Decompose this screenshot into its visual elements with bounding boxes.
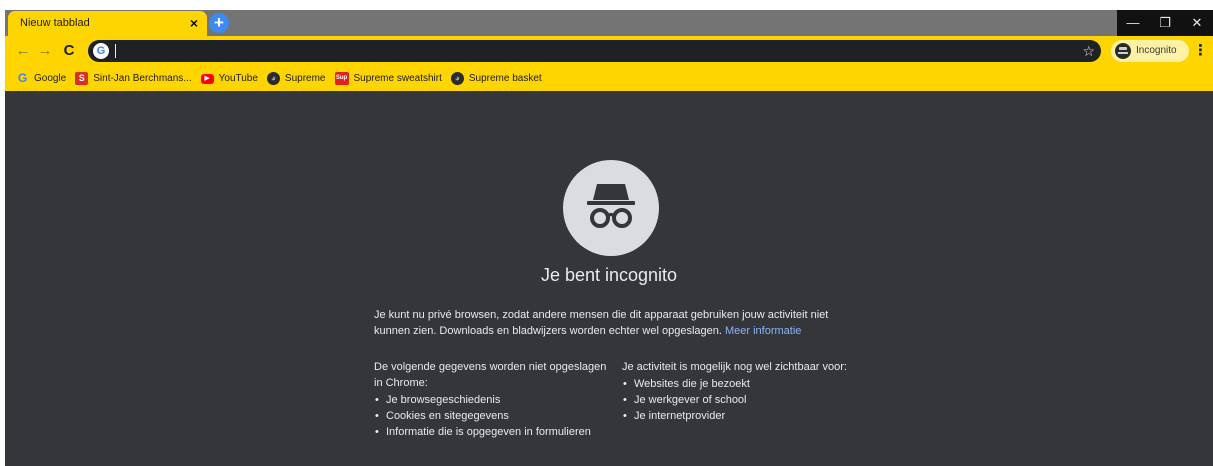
new-tab-button[interactable]: +	[209, 13, 229, 33]
list-item: Je werkgever of school	[622, 392, 862, 408]
window-controls: — ❐ ✕	[1117, 10, 1213, 36]
sint-jan-icon: S	[75, 72, 89, 85]
bookmark-label: Google	[34, 73, 67, 84]
bookmark-sint-jan[interactable]: S Sint-Jan Berchmans...	[72, 69, 197, 89]
list-item: Cookies en sitegegevens	[374, 408, 614, 424]
browser-window: Nieuw tabblad × + — ❐ ✕ ← → C G ☆ Incogn…	[5, 10, 1213, 466]
not-saved-title: De volgende gegevens worden niet opgesla…	[374, 361, 607, 389]
bookmark-label: Sint-Jan Berchmans...	[93, 73, 192, 84]
toolbar: ← → C G ☆ Incognito ⋮	[5, 36, 1213, 66]
profile-label: Incognito	[1136, 45, 1177, 56]
back-arrow-icon[interactable]: ←	[13, 41, 33, 61]
bookmark-label: Supreme	[284, 73, 326, 84]
visible-to-title: Je activiteit is mogelijk nog wel zichtb…	[622, 361, 847, 373]
forward-arrow-icon[interactable]: →	[35, 41, 55, 61]
incognito-icon	[1115, 43, 1131, 59]
globe-icon: ◕	[450, 72, 464, 85]
incognito-icon	[563, 160, 659, 256]
close-window-icon[interactable]: ✕	[1181, 10, 1213, 36]
bookmark-label: Supreme basket	[468, 73, 542, 84]
tab-close-icon[interactable]: ×	[186, 14, 202, 32]
supreme-icon: Sup	[334, 72, 349, 85]
visible-to-section: Je activiteit is mogelijk nog wel zichtb…	[622, 359, 862, 424]
list-item: Informatie die is opgegeven in formulier…	[374, 424, 614, 440]
bookmarks-bar: G Google S Sint-Jan Berchmans... ▶ YouTu…	[5, 66, 1213, 91]
learn-more-link[interactable]: Meer informatie	[725, 325, 801, 337]
tab-new-tab[interactable]: Nieuw tabblad ×	[8, 11, 207, 36]
list-item: Je internetprovider	[622, 408, 862, 424]
google-icon: G	[93, 43, 109, 59]
page-title: Je bent incognito	[540, 265, 678, 285]
intro-paragraph: Je kunt nu privé browsen, zodat andere m…	[374, 307, 844, 339]
google-icon: G	[17, 71, 28, 85]
kebab-menu-icon[interactable]: ⋮	[1193, 40, 1208, 62]
address-input[interactable]	[118, 42, 1058, 60]
bookmark-star-icon[interactable]: ☆	[1082, 42, 1095, 60]
youtube-icon: ▶	[200, 73, 214, 84]
restore-icon[interactable]: ❐	[1149, 10, 1181, 36]
bookmark-supreme-basket[interactable]: ◕ Supreme basket	[448, 69, 548, 89]
list-item: Je browsegeschiedenis	[374, 392, 614, 408]
bookmark-supreme-sweatshirt[interactable]: Sup Supreme sweatshirt	[332, 69, 448, 89]
bookmark-youtube[interactable]: ▶ YouTube	[198, 69, 264, 89]
bookmark-supreme[interactable]: ◕ Supreme	[264, 69, 332, 89]
list-item: Websites die je bezoekt	[622, 376, 862, 392]
bookmark-label: Supreme sweatshirt	[353, 73, 442, 84]
address-bar[interactable]: G ☆	[88, 40, 1101, 62]
text-caret	[115, 44, 116, 58]
minimize-icon[interactable]: —	[1117, 10, 1149, 36]
incognito-page: Je bent incognito Je kunt nu privé brows…	[5, 91, 1213, 466]
bookmark-label: YouTube	[218, 73, 258, 84]
tab-strip: Nieuw tabblad × + — ❐ ✕	[5, 10, 1213, 36]
reload-icon[interactable]: C	[59, 41, 79, 61]
profile-incognito-button[interactable]: Incognito	[1111, 40, 1189, 62]
globe-icon: ◕	[266, 72, 280, 85]
not-saved-section: De volgende gegevens worden niet opgesla…	[374, 359, 614, 440]
bookmark-google[interactable]: G Google	[13, 69, 72, 89]
tab-title: Nieuw tabblad	[20, 17, 90, 29]
